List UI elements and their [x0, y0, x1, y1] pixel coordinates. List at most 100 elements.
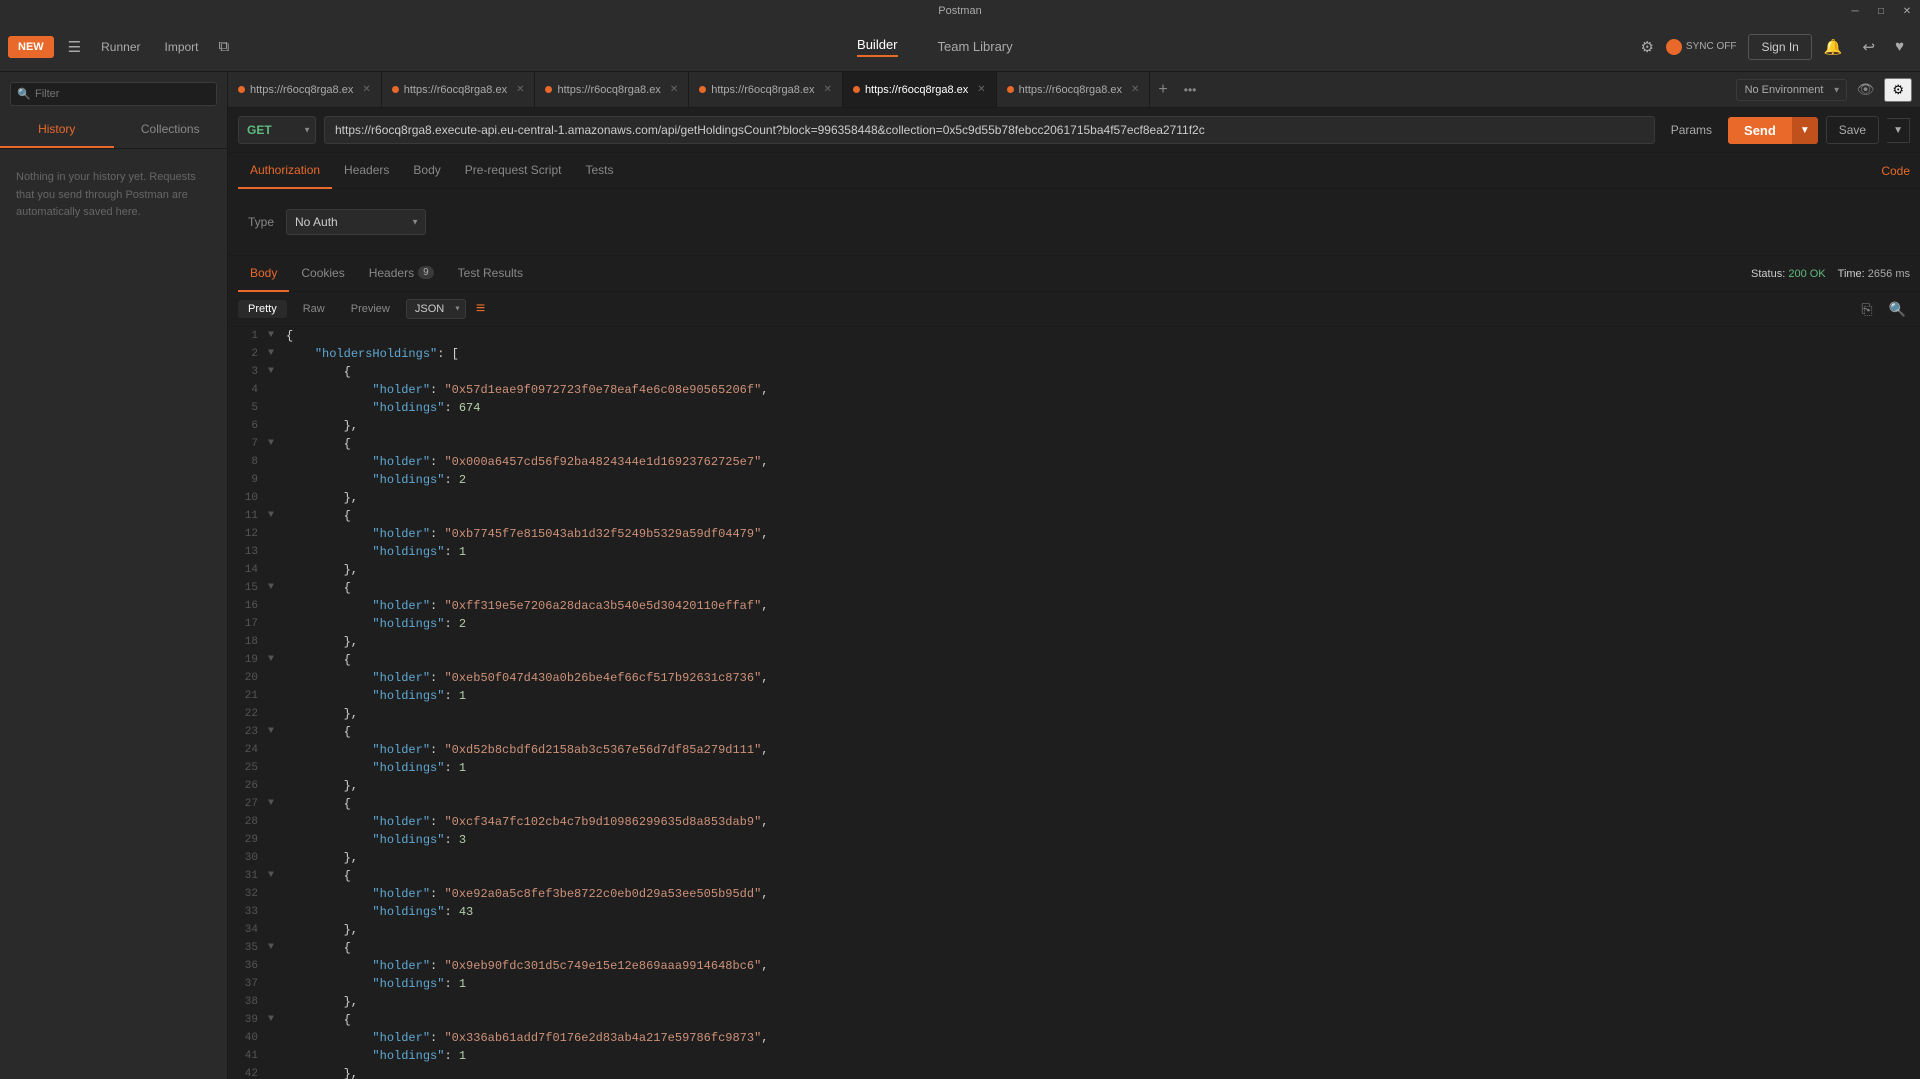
sync-dot	[1666, 39, 1682, 55]
environment-select[interactable]: No Environment	[1736, 79, 1847, 101]
tab-close-6[interactable]: ✕	[1131, 84, 1139, 95]
line-content: "holdings": 674	[282, 399, 1920, 417]
tab-close-2[interactable]: ✕	[516, 84, 524, 95]
team-library-nav-item[interactable]: Team Library	[928, 34, 1023, 59]
send-dropdown-button[interactable]: ▼	[1792, 117, 1818, 144]
request-tab-4[interactable]: https://r6ocq8rga8.ex ✕	[689, 72, 843, 108]
json-response-body[interactable]: 1▼{2▼ "holdersHoldings": [3▼ {4 "holder"…	[228, 327, 1920, 1079]
sidebar-tab-collections[interactable]: Collections	[114, 112, 228, 148]
params-button[interactable]: Params	[1663, 117, 1720, 143]
line-toggle[interactable]: ▼	[268, 939, 282, 957]
line-toggle[interactable]: ▼	[268, 579, 282, 597]
res-tab-body[interactable]: Body	[238, 256, 289, 292]
res-tab-test-results[interactable]: Test Results	[446, 256, 535, 292]
line-number: 24	[228, 741, 268, 759]
tab-close-1[interactable]: ✕	[362, 84, 370, 95]
request-tab-3[interactable]: https://r6ocq8rga8.ex ✕	[535, 72, 689, 108]
url-input[interactable]	[324, 116, 1655, 144]
auth-type-select[interactable]: No Auth Bearer Token Basic Auth OAuth 1.…	[286, 209, 426, 235]
method-select[interactable]: GET POST PUT PATCH DELETE	[238, 116, 316, 144]
json-string-value: "0xff319e5e7206a28daca3b540e5d30420110ef…	[444, 599, 761, 613]
line-toggle[interactable]: ▼	[268, 651, 282, 669]
res-tab-cookies[interactable]: Cookies	[289, 256, 356, 292]
import-button[interactable]: Import	[152, 32, 210, 62]
notifications-button[interactable]: 🔔	[1816, 33, 1851, 61]
line-content: "holdings": 3	[282, 831, 1920, 849]
new-window-button[interactable]: ⧉	[211, 33, 238, 60]
json-line-19: 19▼ {	[228, 651, 1920, 669]
response-status: Status: 200 OK Time: 2656 ms	[1751, 268, 1910, 280]
request-tab-2[interactable]: https://r6ocq8rga8.ex ✕	[382, 72, 536, 108]
line-toggle[interactable]: ▼	[268, 507, 282, 525]
line-toggle[interactable]: ▼	[268, 795, 282, 813]
sign-in-button[interactable]: Sign In	[1748, 34, 1811, 60]
minimize-button[interactable]: ─	[1842, 0, 1868, 22]
tab-close-4[interactable]: ✕	[824, 84, 832, 95]
close-button[interactable]: ✕	[1894, 0, 1920, 22]
copy-response-button[interactable]: ⎘	[1857, 299, 1876, 320]
line-content: },	[282, 705, 1920, 723]
json-key: "holdersHoldings"	[315, 347, 437, 361]
search-input[interactable]	[10, 82, 217, 106]
tab-authorization[interactable]: Authorization	[238, 153, 332, 189]
send-button[interactable]: Send	[1728, 117, 1792, 144]
tab-close-3[interactable]: ✕	[670, 84, 678, 95]
new-button[interactable]: NEW	[8, 36, 54, 58]
line-toggle[interactable]: ▼	[268, 345, 282, 363]
tab-pre-request[interactable]: Pre-request Script	[453, 153, 574, 189]
save-button[interactable]: Save	[1826, 116, 1879, 144]
line-toggle[interactable]: ▼	[268, 435, 282, 453]
res-tab-headers[interactable]: Headers 9	[357, 256, 446, 292]
builder-nav-item[interactable]: Builder	[847, 32, 907, 62]
toolbar: NEW ☰ Runner Import ⧉ Builder Team Libra…	[0, 22, 1920, 72]
save-dropdown-button[interactable]: ▼	[1887, 118, 1910, 143]
request-tab-5[interactable]: https://r6ocq8rga8.ex ✕	[843, 72, 997, 108]
favorites-button[interactable]: ♥	[1887, 33, 1912, 60]
line-number: 8	[228, 453, 268, 471]
format-select[interactable]: JSON XML HTML Text	[406, 299, 466, 319]
json-line-21: 21 "holdings": 1	[228, 687, 1920, 705]
response-body-toolbar: Pretty Raw Preview JSON XML HTML Text ≡ …	[228, 292, 1920, 327]
line-number: 17	[228, 615, 268, 633]
json-line-30: 30 },	[228, 849, 1920, 867]
line-toggle[interactable]: ▼	[268, 867, 282, 885]
search-icon: 🔍	[17, 88, 31, 101]
json-brace: {	[344, 869, 351, 883]
history-button[interactable]: ↩	[1855, 33, 1884, 61]
more-tabs-button[interactable]: •••	[1176, 83, 1205, 97]
json-key: "holdings"	[372, 1049, 444, 1063]
tab-close-5[interactable]: ✕	[977, 84, 985, 95]
json-key: "holder"	[372, 743, 430, 757]
line-toggle	[268, 957, 282, 975]
request-tab-6[interactable]: https://r6ocq8rga8.ex ✕	[997, 72, 1151, 108]
line-toggle[interactable]: ▼	[268, 723, 282, 741]
search-response-button[interactable]: 🔍	[1885, 299, 1910, 320]
line-toggle[interactable]: ▼	[268, 327, 282, 345]
request-tab-1[interactable]: https://r6ocq8rga8.ex ✕	[228, 72, 382, 108]
preview-view-button[interactable]: Preview	[341, 300, 400, 318]
add-tab-button[interactable]: +	[1150, 81, 1175, 99]
line-content: "holder": "0x9eb90fdc301d5c749e15e12e869…	[282, 957, 1920, 975]
settings-button[interactable]: ⚙	[1632, 33, 1661, 61]
pretty-view-button[interactable]: Pretty	[238, 300, 287, 318]
line-toggle	[268, 669, 282, 687]
sidebar-tab-history[interactable]: History	[0, 112, 114, 148]
code-link[interactable]: Code	[1881, 164, 1910, 178]
json-key: "holdings"	[372, 545, 444, 559]
line-number: 37	[228, 975, 268, 993]
env-eye-button[interactable]: 👁	[1853, 79, 1879, 100]
tab-body[interactable]: Body	[401, 153, 452, 189]
line-toggle[interactable]: ▼	[268, 1011, 282, 1029]
tab-tests[interactable]: Tests	[573, 153, 625, 189]
line-toggle	[268, 687, 282, 705]
sidebar-toggle-button[interactable]: ☰	[60, 33, 89, 61]
runner-button[interactable]: Runner	[89, 32, 152, 62]
line-content: "holdings": 2	[282, 615, 1920, 633]
maximize-button[interactable]: □	[1868, 0, 1894, 22]
env-settings-button[interactable]: ⚙	[1884, 78, 1912, 102]
raw-view-button[interactable]: Raw	[293, 300, 335, 318]
line-toggle[interactable]: ▼	[268, 363, 282, 381]
format-select-wrapper: JSON XML HTML Text	[406, 299, 466, 319]
filter-button[interactable]: ≡	[472, 298, 489, 320]
tab-headers[interactable]: Headers	[332, 153, 401, 189]
